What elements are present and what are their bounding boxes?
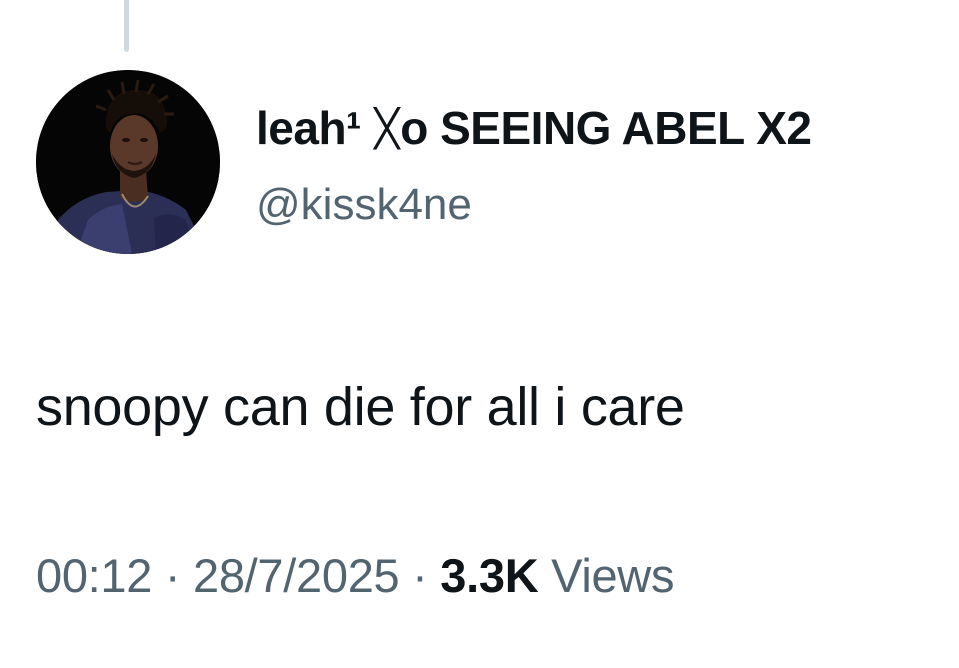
- avatar-photo: [36, 70, 220, 254]
- meta-separator: ·: [399, 549, 441, 602]
- thread-connector-line: [124, 0, 129, 52]
- tweet-date[interactable]: 28/7/2025: [193, 549, 400, 602]
- avatar[interactable]: [36, 70, 220, 254]
- author-handle[interactable]: @kissk4ne: [256, 180, 472, 230]
- tweet-text: snoopy can die for all i care: [36, 377, 685, 437]
- views-label: Views: [538, 549, 675, 602]
- meta-separator: ·: [152, 549, 193, 602]
- tweet-meta: 00:12 · 28/7/2025 · 3.3K Views: [36, 548, 674, 603]
- tweet-time[interactable]: 00:12: [36, 549, 152, 602]
- tweet-detail: leah¹ ᚷo SEEING ABEL X2 @kissk4ne snoopy…: [0, 0, 959, 668]
- views-count[interactable]: 3.3K: [440, 549, 538, 602]
- author-display-name[interactable]: leah¹ ᚷo SEEING ABEL X2: [256, 101, 812, 155]
